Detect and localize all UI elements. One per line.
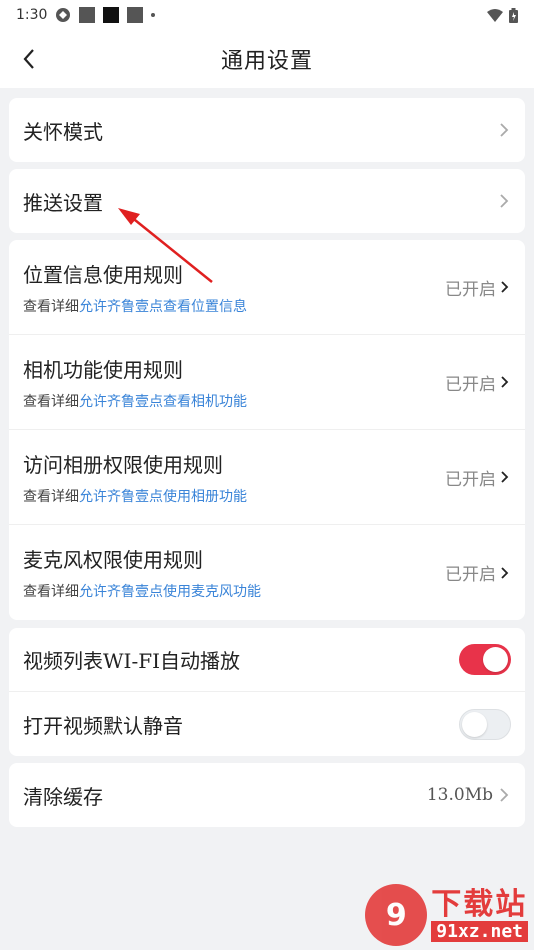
more-notifications-icon — [151, 13, 156, 17]
push-settings-card: 推送设置 — [9, 169, 525, 233]
watermark-text: 下载站 91xz.net — [431, 888, 528, 942]
status-left: 1:30 — [16, 7, 156, 23]
wifi-icon — [487, 9, 503, 22]
rule-title: 访问相册权限使用规则 — [23, 452, 223, 477]
notification-square-icon — [79, 7, 96, 23]
rule-row-microphone[interactable]: 麦克风权限使用规则 查看详细允许齐鲁壹点使用麦克风功能 已开启 — [9, 525, 525, 620]
chevron-right-icon — [501, 281, 509, 293]
rule-text: 麦克风权限使用规则 查看详细允许齐鲁壹点使用麦克风功能 — [23, 544, 261, 601]
page-title: 通用设置 — [220, 49, 313, 74]
watermark-sub: 91xz.net — [431, 921, 528, 942]
back-arrow-icon — [23, 49, 34, 69]
toggle-knob — [462, 711, 487, 737]
rule-title: 相机功能使用规则 — [23, 357, 183, 382]
rule-sub-prefix: 查看详细 — [23, 488, 79, 505]
notification-square-icon — [103, 7, 120, 23]
rule-subtitle: 查看详细允许齐鲁壹点查看相机功能 — [23, 391, 247, 411]
push-settings-label: 推送设置 — [23, 190, 103, 215]
rule-subtitle: 查看详细允许齐鲁壹点使用相册功能 — [23, 486, 247, 506]
permission-rules-card: 位置信息使用规则 查看详细允许齐鲁壹点查看位置信息 已开启 相机功能使用规则 查… — [9, 240, 525, 620]
clear-cache-row[interactable]: 清除缓存 13.0Mb — [9, 763, 525, 827]
rule-status-text: 已开启 — [445, 565, 496, 585]
rule-status-text: 已开启 — [445, 279, 496, 300]
status-time: 1:30 — [16, 7, 48, 23]
watermark-main: 下载站 — [431, 887, 528, 922]
rule-sub-prefix: 查看详细 — [23, 393, 79, 410]
wifi-autoplay-row: 视频列表WI-FI自动播放 — [9, 628, 525, 692]
care-mode-label: 关怀模式 — [23, 119, 103, 144]
rule-status-text: 已开启 — [445, 469, 496, 490]
default-mute-row: 打开视频默认静音 — [9, 692, 525, 756]
cache-size: 13.0Mb — [427, 785, 509, 805]
status-bar: 1:30 — [0, 0, 534, 30]
notification-square-icon — [127, 7, 144, 23]
rule-title: 麦克风权限使用规则 — [23, 548, 203, 572]
chevron-right-icon — [501, 566, 509, 579]
app-notification-icon — [56, 8, 71, 22]
rule-status: 已开启 — [445, 275, 509, 300]
site-watermark: 9 下载站 91xz.net — [365, 884, 528, 946]
rule-row-camera[interactable]: 相机功能使用规则 查看详细允许齐鲁壹点查看相机功能 已开启 — [9, 335, 525, 430]
rule-sub-prefix: 查看详细 — [23, 298, 79, 315]
rule-text: 位置信息使用规则 查看详细允许齐鲁壹点查看位置信息 — [23, 259, 247, 316]
rule-sub-link[interactable]: 允许齐鲁壹点使用麦克风功能 — [79, 584, 261, 600]
chevron-right-icon — [499, 122, 509, 138]
watermark-logo: 9 — [365, 884, 428, 946]
status-right — [487, 7, 518, 23]
rule-subtitle: 查看详细允许齐鲁壹点查看位置信息 — [23, 296, 247, 316]
chevron-right-icon — [500, 788, 509, 802]
rule-row-album[interactable]: 访问相册权限使用规则 查看详细允许齐鲁壹点使用相册功能 已开启 — [9, 430, 525, 525]
default-mute-toggle[interactable] — [459, 708, 511, 740]
chevron-right-icon — [499, 193, 509, 209]
rule-row-location[interactable]: 位置信息使用规则 查看详细允许齐鲁壹点查看位置信息 已开启 — [9, 240, 525, 335]
care-mode-card: 关怀模式 — [9, 98, 525, 162]
rule-sub-prefix: 查看详细 — [23, 584, 79, 600]
cache-card: 清除缓存 13.0Mb — [9, 763, 525, 827]
rule-sub-link[interactable]: 允许齐鲁壹点查看相机功能 — [79, 394, 247, 410]
default-mute-label: 打开视频默认静音 — [23, 713, 183, 738]
push-settings-row[interactable]: 推送设置 — [9, 169, 525, 233]
wifi-autoplay-label: 视频列表WI-FI自动播放 — [23, 649, 240, 673]
rule-status: 已开启 — [445, 465, 509, 490]
rule-subtitle: 查看详细允许齐鲁壹点使用麦克风功能 — [23, 581, 261, 601]
rule-sub-link[interactable]: 允许齐鲁壹点查看位置信息 — [79, 299, 247, 315]
rule-text: 相机功能使用规则 查看详细允许齐鲁壹点查看相机功能 — [23, 354, 247, 411]
toggle-knob — [483, 647, 508, 672]
wifi-autoplay-toggle[interactable] — [459, 644, 511, 675]
rule-sub-link[interactable]: 允许齐鲁壹点使用相册功能 — [79, 489, 247, 505]
rule-status: 已开启 — [445, 560, 509, 585]
rule-title: 位置信息使用规则 — [23, 262, 183, 287]
rule-status: 已开启 — [445, 370, 509, 395]
care-mode-row[interactable]: 关怀模式 — [9, 98, 525, 162]
battery-icon — [509, 7, 518, 23]
cache-size-value: 13.0Mb — [426, 785, 493, 805]
nav-bar: 通用设置 — [0, 30, 534, 88]
chevron-right-icon — [501, 376, 509, 388]
video-settings-card: 视频列表WI-FI自动播放 打开视频默认静音 — [9, 628, 525, 756]
rule-status-text: 已开启 — [445, 374, 496, 395]
back-button[interactable] — [14, 44, 44, 74]
clear-cache-label: 清除缓存 — [23, 784, 103, 809]
chevron-right-icon — [501, 471, 509, 483]
rule-text: 访问相册权限使用规则 查看详细允许齐鲁壹点使用相册功能 — [23, 449, 247, 506]
